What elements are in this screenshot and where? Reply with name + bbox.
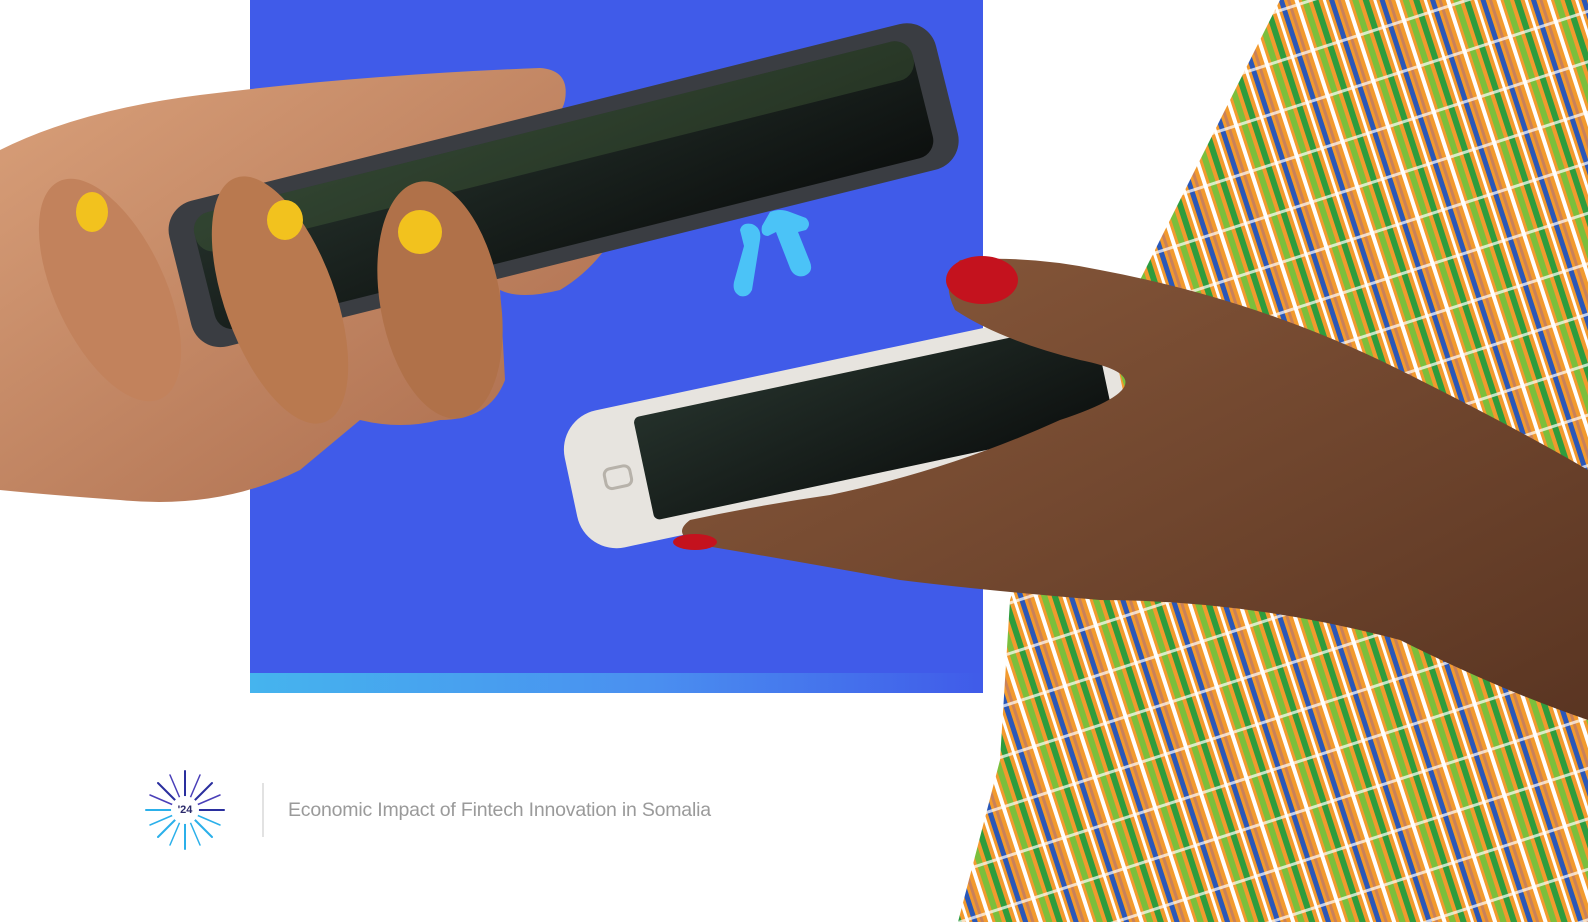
footer: '24 Economic Impact of Fintech Innovatio… (140, 760, 711, 860)
swap-arrows-icon (733, 210, 812, 297)
logo-year-text: '24 (177, 804, 193, 816)
footer-divider (262, 783, 264, 837)
cover-page: '24 Economic Impact of Fintech Innovatio… (0, 0, 1588, 922)
report-title: Economic Impact of Fintech Innovation in… (288, 798, 711, 821)
starburst-logo-icon: '24 (140, 765, 230, 855)
